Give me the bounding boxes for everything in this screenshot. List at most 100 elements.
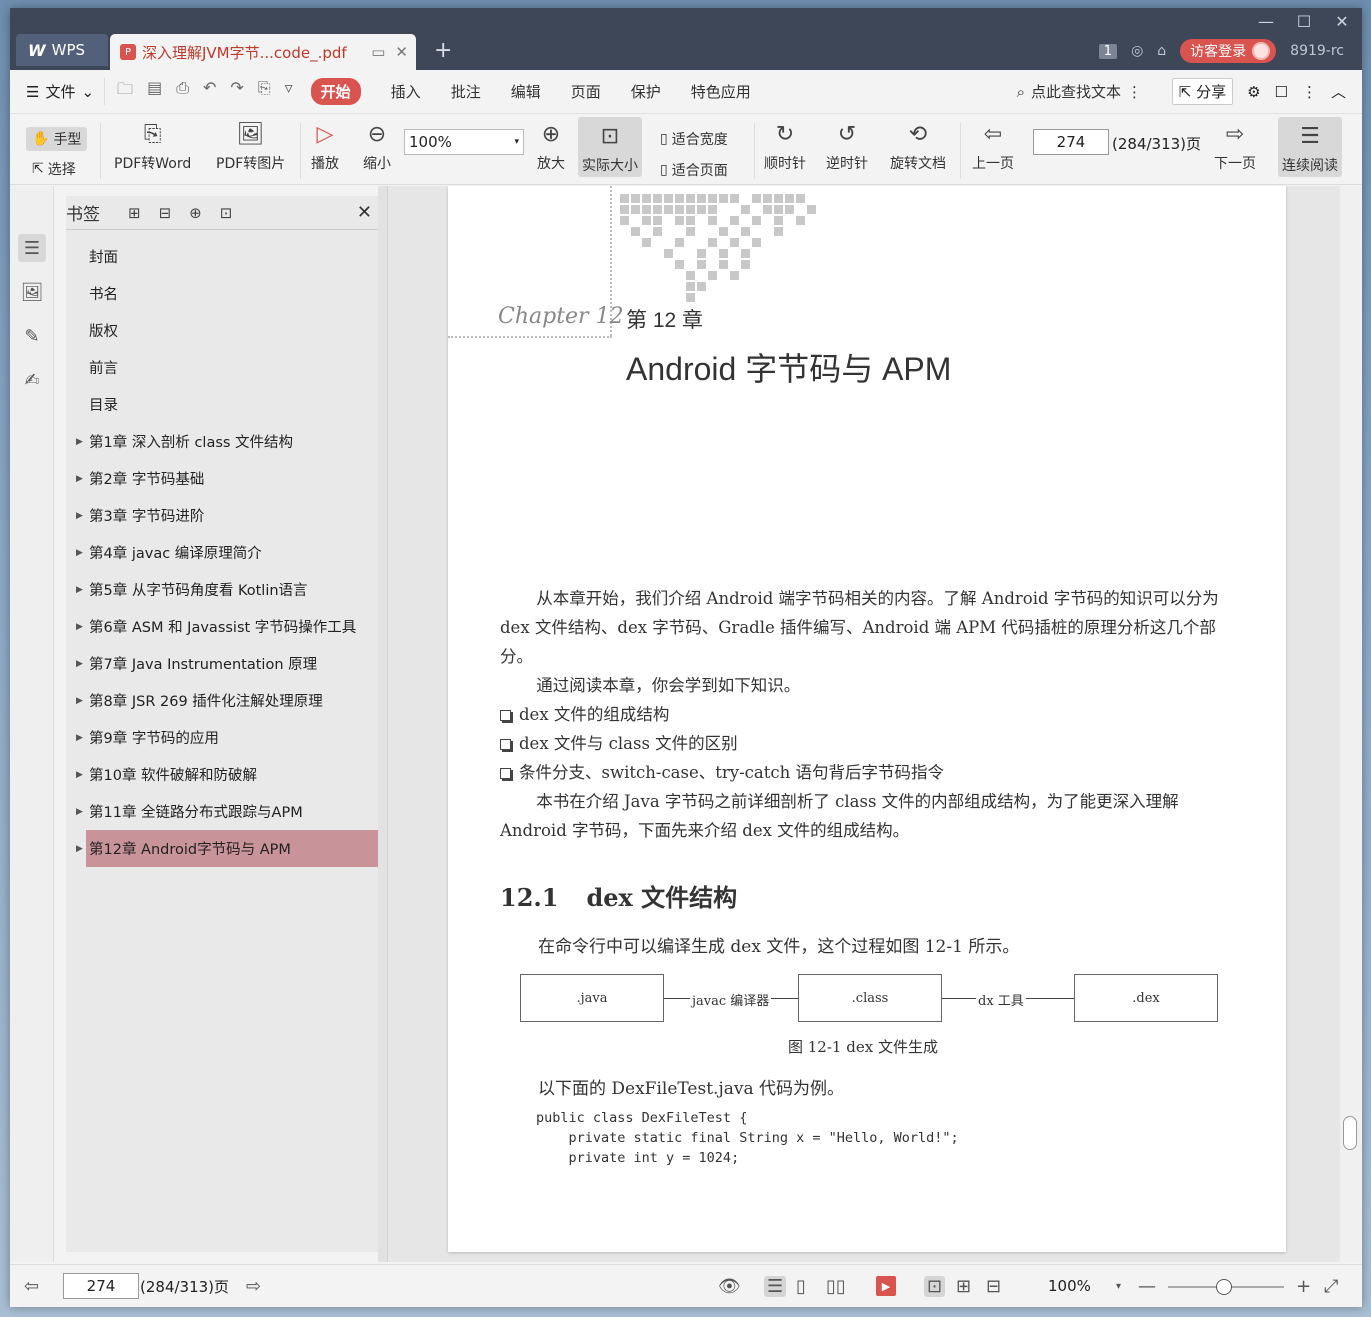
- wps-home-tab[interactable]: W WPS: [16, 34, 108, 66]
- menu-annotate[interactable]: 批注: [436, 81, 496, 102]
- vertical-scrollbar[interactable]: [1340, 186, 1362, 1262]
- collapse-ribbon-icon[interactable]: ︿: [1331, 81, 1346, 102]
- expand-arrow-icon[interactable]: ▶: [76, 585, 83, 595]
- menu-insert[interactable]: 插入: [376, 81, 436, 102]
- continuous-reading-button[interactable]: ☰ 连续阅读: [1278, 117, 1342, 177]
- chevron-down-icon[interactable]: ▾: [1116, 1281, 1121, 1292]
- bookmark-item[interactable]: ▶ 第12章 Android字节码与 APM: [76, 830, 378, 867]
- panel-divider[interactable]: [378, 186, 388, 1262]
- file-menu[interactable]: ☰ 文件 ⌄: [10, 81, 104, 102]
- minimize-icon[interactable]: —: [1256, 12, 1276, 31]
- bookmark-item[interactable]: 前言: [66, 349, 378, 386]
- next-page-button[interactable]: ⇨ 下一页: [1214, 119, 1256, 173]
- print-icon[interactable]: ⎙: [176, 78, 189, 105]
- skin-icon[interactable]: ◎: [1131, 43, 1143, 59]
- bookmark-item[interactable]: ▶ 第3章 字节码进阶: [66, 497, 378, 534]
- shirt-icon[interactable]: ⌂: [1157, 43, 1166, 59]
- bookmark-item[interactable]: 目录: [66, 386, 378, 423]
- expand-arrow-icon[interactable]: ▶: [76, 659, 83, 669]
- more-icon[interactable]: ⋮: [1302, 83, 1317, 101]
- single-page-icon[interactable]: ▯: [796, 1276, 806, 1297]
- fit-page-icon[interactable]: ⊞: [956, 1276, 971, 1297]
- find-text-box[interactable]: ⌕ 点此查找文本 ⋮: [1017, 81, 1142, 102]
- open-folder-icon[interactable]: 🗀: [117, 78, 133, 105]
- bookmark-item[interactable]: ▶ 第10章 软件破解和防破解: [66, 756, 378, 793]
- bookmark-item[interactable]: ▶ 第7章 Java Instrumentation 原理: [66, 645, 378, 682]
- more-quick-icon[interactable]: ▿: [285, 78, 293, 105]
- bookmark-item[interactable]: ▶ 第4章 javac 编译原理简介: [66, 534, 378, 571]
- bookmark-item[interactable]: 封面: [66, 238, 378, 275]
- prev-page-button[interactable]: ⇦ 上一页: [972, 119, 1014, 173]
- status-zoom-value[interactable]: 100%: [1048, 1277, 1091, 1295]
- zoom-slider[interactable]: [1168, 1279, 1284, 1295]
- expand-arrow-icon[interactable]: ▶: [76, 622, 83, 632]
- undo-icon[interactable]: ↶: [203, 78, 216, 105]
- bookmark-item[interactable]: ▶ 第9章 字节码的应用: [66, 719, 378, 756]
- expand-arrow-icon[interactable]: ▶: [76, 770, 83, 780]
- bookmark-item[interactable]: 版权: [66, 312, 378, 349]
- new-tab-button[interactable]: +: [434, 38, 452, 63]
- prev-page-icon[interactable]: ⇦: [24, 1276, 39, 1297]
- rotate-cw-button[interactable]: ↻ 顺时针: [764, 119, 806, 173]
- collapse-all-icon[interactable]: ⊟: [159, 204, 172, 222]
- expand-arrow-icon[interactable]: ▶: [76, 437, 83, 447]
- redo-icon[interactable]: ↷: [230, 78, 243, 105]
- fit-width-icon[interactable]: ⊟: [986, 1276, 1001, 1297]
- menu-start[interactable]: 开始: [310, 78, 361, 105]
- fit-page-button[interactable]: ▯ 适合页面: [660, 160, 728, 180]
- actual-size-button[interactable]: ⊡ 实际大小: [578, 117, 642, 177]
- fullscreen-icon[interactable]: ⤢: [1324, 1276, 1338, 1297]
- document-viewer[interactable]: Chapter 12 第 12 章 Android 字节码与 APM 从本章开始…: [388, 186, 1350, 1262]
- expand-arrow-icon[interactable]: ▶: [76, 733, 83, 743]
- hand-tool-button[interactable]: ✋ 手型: [26, 127, 88, 151]
- pdf-to-image-button[interactable]: 🖼 PDF转图片: [216, 119, 285, 173]
- actual-size-icon[interactable]: ⊡: [924, 1275, 946, 1297]
- maximize-icon[interactable]: ☐: [1294, 12, 1314, 31]
- thumbnail-icon[interactable]: 🖼: [18, 278, 46, 306]
- expand-arrow-icon[interactable]: ▶: [76, 696, 83, 706]
- annotation-icon[interactable]: ✎: [18, 322, 46, 350]
- menu-edit[interactable]: 编辑: [496, 81, 556, 102]
- expand-arrow-icon[interactable]: ▶: [76, 474, 83, 484]
- add-bookmark-icon[interactable]: ⊕: [189, 204, 202, 222]
- next-page-icon[interactable]: ⇨: [246, 1276, 261, 1297]
- close-window-icon[interactable]: ✕: [1332, 12, 1352, 31]
- eye-protection-icon[interactable]: 👁: [718, 1276, 741, 1297]
- close-tab-icon[interactable]: ✕: [395, 43, 408, 61]
- continuous-view-icon[interactable]: ☰: [764, 1275, 787, 1297]
- monitor-icon[interactable]: ▭: [371, 43, 385, 61]
- zoom-in-icon[interactable]: +: [1296, 1276, 1311, 1297]
- bookmark-item[interactable]: 书名: [66, 275, 378, 312]
- status-page-input[interactable]: 274: [63, 1273, 139, 1299]
- bookmark-item[interactable]: ▶ 第5章 从字节码角度看 Kotlin语言: [66, 571, 378, 608]
- zoom-slider-knob[interactable]: [1216, 1279, 1232, 1295]
- signature-icon[interactable]: ✍: [18, 366, 46, 394]
- rotate-document-button[interactable]: ⟲ 旋转文档: [890, 119, 946, 173]
- menu-page[interactable]: 页面: [556, 81, 616, 102]
- zoom-select[interactable]: 100% ▾: [404, 129, 524, 155]
- document-tab[interactable]: P 深入理解JVM字节...code_.pdf ▭ ✕: [110, 34, 416, 70]
- play-slideshow-icon[interactable]: ▶: [876, 1276, 896, 1296]
- comment-icon[interactable]: ☐: [1275, 83, 1288, 101]
- expand-arrow-icon[interactable]: ▶: [76, 807, 83, 817]
- two-page-icon[interactable]: ▯▯: [826, 1276, 846, 1297]
- bookmark-item[interactable]: ▶ 第11章 全链路分布式跟踪与APM: [66, 793, 378, 830]
- export-icon[interactable]: ⎘: [258, 78, 271, 105]
- window-count-badge[interactable]: 1: [1098, 43, 1118, 59]
- bookmark-options-icon[interactable]: ⊡: [220, 204, 233, 222]
- more-options-icon[interactable]: ⋮: [1127, 83, 1142, 101]
- visitor-login-button[interactable]: 访客登录: [1180, 39, 1277, 63]
- pdf-to-word-button[interactable]: ⎘ PDF转Word: [114, 119, 191, 173]
- save-icon[interactable]: ▤: [147, 78, 162, 105]
- expand-arrow-icon[interactable]: ▶: [76, 548, 83, 558]
- zoom-out-button[interactable]: ⊖ 缩小: [362, 119, 392, 173]
- expand-arrow-icon[interactable]: ▶: [76, 511, 83, 521]
- gear-icon[interactable]: ⚙: [1247, 83, 1260, 101]
- bookmark-item[interactable]: ▶ 第1章 深入剖析 class 文件结构: [66, 423, 378, 460]
- bookmark-item[interactable]: ▶ 第2章 字节码基础: [66, 460, 378, 497]
- scrollbar-thumb[interactable]: [1343, 1116, 1357, 1150]
- share-button[interactable]: ⇱ 分享: [1171, 78, 1234, 105]
- select-tool-button[interactable]: ⇱ 选择: [32, 159, 76, 179]
- bookmark-item[interactable]: ▶ 第6章 ASM 和 Javassist 字节码操作工具: [66, 608, 378, 645]
- menu-protect[interactable]: 保护: [616, 81, 676, 102]
